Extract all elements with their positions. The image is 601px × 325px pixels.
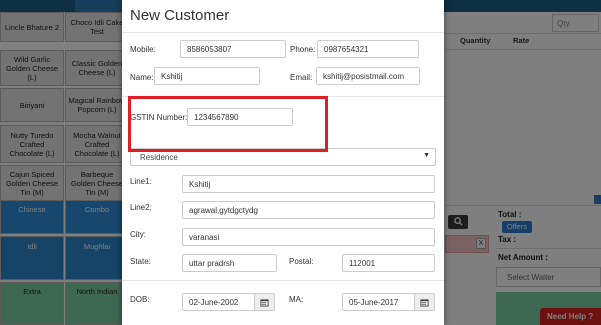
city-field[interactable]: varanasi <box>182 228 435 246</box>
postal-label: Postal: <box>289 257 314 266</box>
calendar-icon <box>420 298 429 307</box>
section-divider <box>122 280 444 281</box>
modal-header-divider <box>122 32 444 33</box>
state-field[interactable]: uttar pradrsh <box>182 254 277 272</box>
ma-calendar-button[interactable] <box>415 293 435 311</box>
name-label: Name: <box>130 73 154 82</box>
chevron-down-icon: ▼ <box>423 152 430 159</box>
gstin-highlight-box <box>128 96 328 152</box>
new-customer-modal: New Customer Mobile: 8586053807 Phone: 0… <box>122 0 444 325</box>
phone-label: Phone: <box>290 45 316 54</box>
postal-field[interactable]: 112001 <box>342 254 435 272</box>
line2-field[interactable]: agrawal,gytdgctydg <box>182 201 435 219</box>
name-field[interactable]: Kshitij <box>154 67 260 85</box>
dob-field[interactable]: 02-June-2002 <box>182 293 255 311</box>
ma-label: MA: <box>289 295 304 304</box>
email-field[interactable]: kshitij@posistmail.com <box>316 67 420 85</box>
modal-title: New Customer <box>130 7 230 24</box>
calendar-icon <box>260 298 269 307</box>
dob-calendar-button[interactable] <box>255 293 275 311</box>
line1-field[interactable]: Kshitij <box>182 175 435 193</box>
mobile-field[interactable]: 8586053807 <box>180 40 286 58</box>
address-type-value: Residence <box>140 153 178 162</box>
phone-field[interactable]: 0987654321 <box>317 40 419 58</box>
dob-label: DOB: <box>130 295 150 304</box>
city-label: City: <box>130 230 146 239</box>
email-label: Email: <box>290 73 313 82</box>
mobile-label: Mobile: <box>130 45 156 54</box>
ma-field[interactable]: 05-June-2017 <box>342 293 415 311</box>
state-label: State: <box>130 257 151 266</box>
line1-label: Line1: <box>130 177 152 186</box>
line2-label: Line2: <box>130 203 152 212</box>
